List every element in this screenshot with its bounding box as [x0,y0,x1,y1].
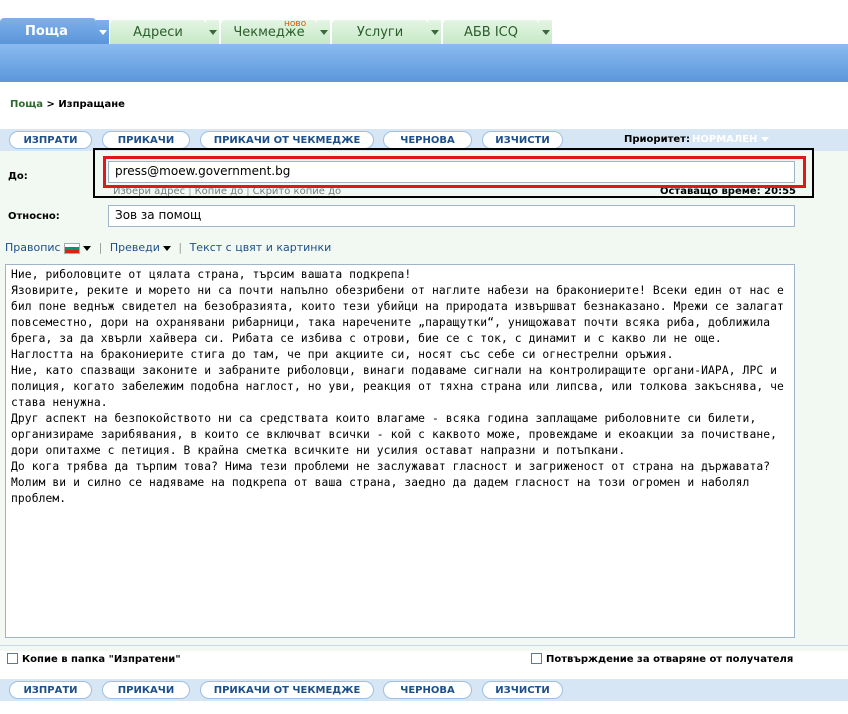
translate-label: Преведи [109,241,160,254]
top-navigation: Поща Адреси Чекмедже ново Услуги АБВ ICQ [0,0,848,82]
tab-mail-dropdown-icon[interactable] [96,20,109,44]
tab-mail[interactable]: Поща [0,18,96,44]
send-button[interactable]: ИЗПРАТИ [9,131,92,149]
tab-mail-label: Поща [25,24,68,39]
subject-field[interactable]: Зов за помощ [108,205,795,227]
draft-button[interactable]: ЧЕРНОВА [383,131,472,149]
divider [0,645,848,646]
nav-band [0,44,848,82]
translate-button[interactable]: Преведи [110,241,171,254]
tab-services-label: Услуги [356,25,404,40]
send-button[interactable]: ИЗПРАТИ [9,681,92,699]
chevron-down-icon [162,245,171,251]
tab-services[interactable]: Услуги [332,20,428,44]
to-label: До: [8,171,28,182]
priority-select[interactable]: НОРМАЛЕН [692,134,769,145]
subject-label: Относно: [8,211,60,222]
breadcrumb-home-link[interactable]: Поща [10,99,43,110]
priority-label: Приоритет: [624,134,690,145]
attach-button[interactable]: ПРИКАЧИ [102,681,190,699]
flag-icon [64,242,81,254]
save-copy-checkbox[interactable] [7,653,18,664]
new-badge: ново [284,19,307,29]
chevron-down-icon [83,245,92,251]
editor-tools: Правопис | Преведи | Текст с цвят и карт… [5,241,332,254]
tab-icq-label: АБВ ICQ [463,25,518,40]
message-body[interactable]: Ние, риболовците от цялата страна, търси… [5,264,795,638]
breadcrumb: Поща > Изпращане [10,99,125,110]
rich-text-link[interactable]: Текст с цвят и картинки [190,241,332,254]
breadcrumb-current: Изпращане [58,99,125,110]
save-copy-label: Копие в папка "Изпратени" [22,654,181,665]
tab-icq-dropdown-icon[interactable] [539,20,552,44]
spellcheck-label: Правопис [5,241,61,254]
draft-button[interactable]: ЧЕРНОВА [383,681,472,699]
attach-button[interactable]: ПРИКАЧИ [102,131,190,149]
tab-services-dropdown-icon[interactable] [428,20,441,44]
breadcrumb-separator: > [46,99,55,110]
spellcheck-button[interactable]: Правопис [5,241,92,254]
compose-toolbar-bottom: ИЗПРАТИ ПРИКАЧИ ПРИКАЧИ ОТ ЧЕКМЕДЖЕ ЧЕРН… [0,679,848,701]
attach-from-drawer-button[interactable]: ПРИКАЧИ ОТ ЧЕКМЕДЖЕ [200,131,374,149]
clear-button[interactable]: ИЗЧИСТИ [482,681,563,699]
attach-from-drawer-button[interactable]: ПРИКАЧИ ОТ ЧЕКМЕДЖЕ [200,681,374,699]
tab-addresses-label: Адреси [133,25,183,40]
read-receipt-label: Потвърждение за отваряне от получателя [546,654,794,665]
tab-addresses[interactable]: Адреси [110,20,206,44]
tab-addresses-dropdown-icon[interactable] [206,20,219,44]
highlight-frame-inner [103,156,806,188]
read-receipt-checkbox[interactable] [531,653,542,664]
tab-drawer-dropdown-icon[interactable] [317,20,330,44]
clear-button[interactable]: ИЗЧИСТИ [482,131,563,149]
tab-icq[interactable]: АБВ ICQ [443,20,539,44]
